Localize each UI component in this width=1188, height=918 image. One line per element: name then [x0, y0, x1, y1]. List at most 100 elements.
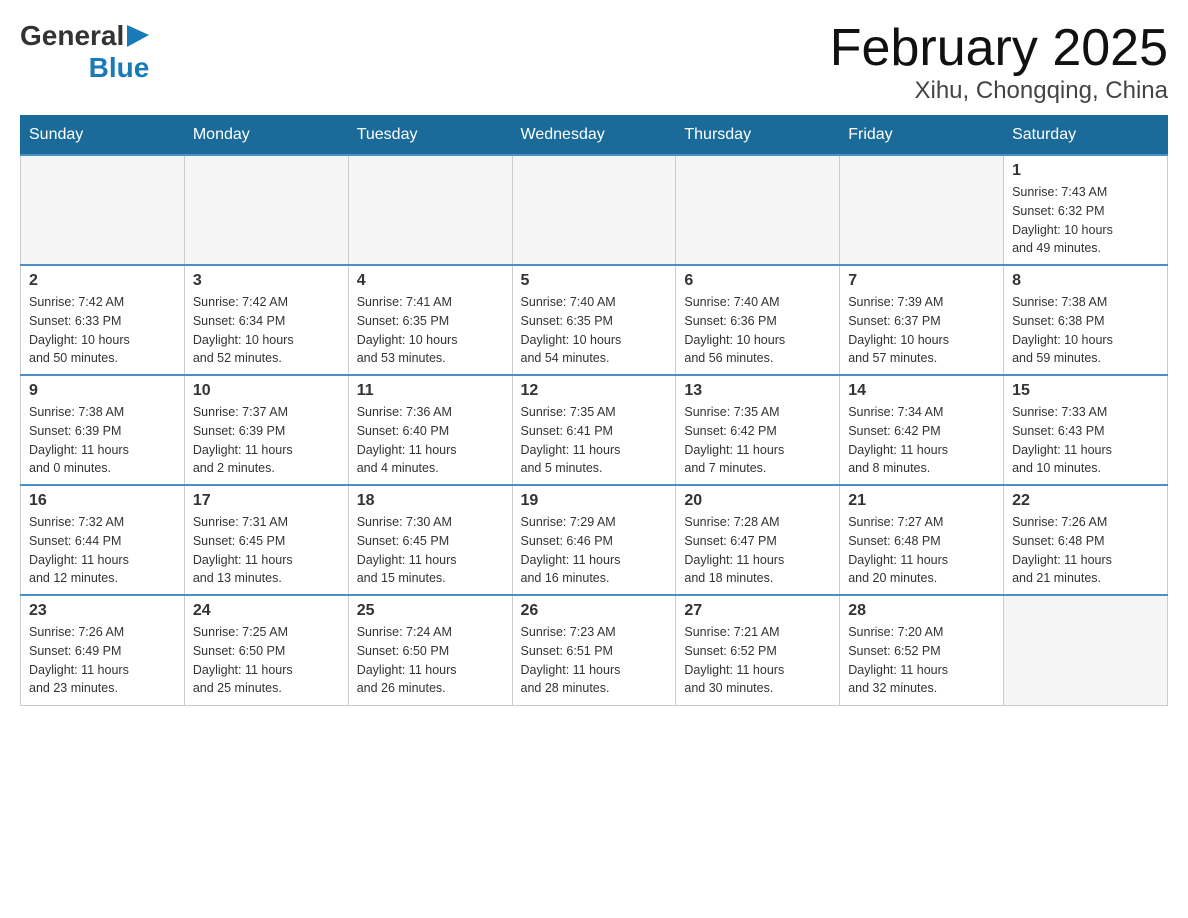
day-info: Sunrise: 7:40 AM Sunset: 6:36 PM Dayligh…: [684, 293, 831, 368]
calendar-cell: [840, 155, 1004, 265]
calendar-subtitle: Xihu, Chongqing, China: [830, 77, 1168, 105]
day-info: Sunrise: 7:32 AM Sunset: 6:44 PM Dayligh…: [29, 513, 176, 588]
calendar-header-row: SundayMondayTuesdayWednesdayThursdayFrid…: [21, 116, 1168, 156]
calendar-cell: [1004, 595, 1168, 705]
calendar-cell: 23 Sunrise: 7:26 AM Sunset: 6:49 PM Dayli…: [21, 595, 185, 705]
day-header-tuesday: Tuesday: [348, 116, 512, 156]
day-header-friday: Friday: [840, 116, 1004, 156]
day-info: Sunrise: 7:35 AM Sunset: 6:41 PM Dayligh…: [521, 403, 668, 478]
day-number: 26: [521, 602, 668, 620]
calendar-cell: 17Sunrise: 7:31 AM Sunset: 6:45 PM Dayli…: [184, 485, 348, 595]
calendar-cell: 13Sunrise: 7:35 AM Sunset: 6:42 PM Dayli…: [676, 375, 840, 485]
calendar-cell: 14 Sunrise: 7:34 AM Sunset: 6:42 PM Dayli…: [840, 375, 1004, 485]
day-info: Sunrise: 7:23 AM Sunset: 6:51 PM Dayligh…: [521, 623, 668, 698]
day-number: 21: [848, 492, 995, 510]
calendar-cell: 3 Sunrise: 7:42 AM Sunset: 6:34 PM Daylig…: [184, 265, 348, 375]
calendar-title-block: February 2025 Xihu, Chongqing, China: [830, 20, 1168, 105]
logo-text-blue: Blue: [89, 52, 150, 84]
day-number: 9: [29, 382, 176, 400]
calendar-cell: [512, 155, 676, 265]
calendar-cell: 1 Sunrise: 7:43 AM Sunset: 6:32 PM Daylig…: [1004, 155, 1168, 265]
calendar-cell: [21, 155, 185, 265]
day-number: 16: [29, 492, 176, 510]
day-info: Sunrise: 7:26 AM Sunset: 6:48 PM Dayligh…: [1012, 513, 1159, 588]
day-info: Sunrise: 7:33 AM Sunset: 6:43 PM Dayligh…: [1012, 403, 1159, 478]
day-number: 28: [848, 602, 995, 620]
day-info: Sunrise: 7:24 AM Sunset: 6:50 PM Dayligh…: [357, 623, 504, 698]
day-info: Sunrise: 7:20 AM Sunset: 6:52 PM Dayligh…: [848, 623, 995, 698]
calendar-cell: 22 Sunrise: 7:26 AM Sunset: 6:48 PM Dayli…: [1004, 485, 1168, 595]
calendar-cell: 4 Sunrise: 7:41 AM Sunset: 6:35 PM Daylig…: [348, 265, 512, 375]
calendar-cell: 20 Sunrise: 7:28 AM Sunset: 6:47 PM Dayli…: [676, 485, 840, 595]
day-number: 2: [29, 272, 176, 290]
calendar-cell: 10 Sunrise: 7:37 AM Sunset: 6:39 PM Dayli…: [184, 375, 348, 485]
calendar-cell: [676, 155, 840, 265]
day-header-monday: Monday: [184, 116, 348, 156]
day-info: Sunrise: 7:35 AM Sunset: 6:42 PM Dayligh…: [684, 403, 831, 478]
day-number: 1: [1012, 162, 1159, 180]
calendar-cell: 2 Sunrise: 7:42 AM Sunset: 6:33 PM Daylig…: [21, 265, 185, 375]
day-info: Sunrise: 7:41 AM Sunset: 6:35 PM Dayligh…: [357, 293, 504, 368]
day-info: Sunrise: 7:31 AM Sunset: 6:45 PM Dayligh…: [193, 513, 340, 588]
calendar-cell: 27 Sunrise: 7:21 AM Sunset: 6:52 PM Dayli…: [676, 595, 840, 705]
calendar-cell: 18 Sunrise: 7:30 AM Sunset: 6:45 PM Dayli…: [348, 485, 512, 595]
calendar-cell: 15 Sunrise: 7:33 AM Sunset: 6:43 PM Dayli…: [1004, 375, 1168, 485]
day-header-sunday: Sunday: [21, 116, 185, 156]
day-info: Sunrise: 7:40 AM Sunset: 6:35 PM Dayligh…: [521, 293, 668, 368]
day-info: Sunrise: 7:43 AM Sunset: 6:32 PM Dayligh…: [1012, 183, 1159, 258]
day-info: Sunrise: 7:21 AM Sunset: 6:52 PM Dayligh…: [684, 623, 831, 698]
day-number: 12: [521, 382, 668, 400]
day-number: 11: [357, 382, 504, 400]
day-info: Sunrise: 7:34 AM Sunset: 6:42 PM Dayligh…: [848, 403, 995, 478]
calendar-cell: 26 Sunrise: 7:23 AM Sunset: 6:51 PM Dayli…: [512, 595, 676, 705]
day-info: Sunrise: 7:26 AM Sunset: 6:49 PM Dayligh…: [29, 623, 176, 698]
calendar-cell: 24Sunrise: 7:25 AM Sunset: 6:50 PM Dayli…: [184, 595, 348, 705]
calendar-cell: 9 Sunrise: 7:38 AM Sunset: 6:39 PM Daylig…: [21, 375, 185, 485]
calendar-cell: 28 Sunrise: 7:20 AM Sunset: 6:52 PM Dayli…: [840, 595, 1004, 705]
calendar-cell: 11 Sunrise: 7:36 AM Sunset: 6:40 PM Dayli…: [348, 375, 512, 485]
logo-arrow-icon: [127, 25, 149, 47]
day-info: Sunrise: 7:29 AM Sunset: 6:46 PM Dayligh…: [521, 513, 668, 588]
day-info: Sunrise: 7:38 AM Sunset: 6:38 PM Dayligh…: [1012, 293, 1159, 368]
logo: General Blue: [20, 20, 149, 84]
day-number: 18: [357, 492, 504, 510]
calendar-cell: 16 Sunrise: 7:32 AM Sunset: 6:44 PM Dayli…: [21, 485, 185, 595]
calendar-cell: 25Sunrise: 7:24 AM Sunset: 6:50 PM Dayli…: [348, 595, 512, 705]
day-number: 6: [684, 272, 831, 290]
logo-text-general: General: [20, 20, 124, 52]
day-info: Sunrise: 7:42 AM Sunset: 6:33 PM Dayligh…: [29, 293, 176, 368]
calendar-cell: 8 Sunrise: 7:38 AM Sunset: 6:38 PM Daylig…: [1004, 265, 1168, 375]
day-info: Sunrise: 7:30 AM Sunset: 6:45 PM Dayligh…: [357, 513, 504, 588]
day-number: 7: [848, 272, 995, 290]
calendar-cell: 5Sunrise: 7:40 AM Sunset: 6:35 PM Daylig…: [512, 265, 676, 375]
day-number: 20: [684, 492, 831, 510]
day-number: 10: [193, 382, 340, 400]
day-number: 23: [29, 602, 176, 620]
week-row-2: 2 Sunrise: 7:42 AM Sunset: 6:33 PM Daylig…: [21, 265, 1168, 375]
week-row-4: 16 Sunrise: 7:32 AM Sunset: 6:44 PM Dayli…: [21, 485, 1168, 595]
day-number: 19: [521, 492, 668, 510]
week-row-5: 23 Sunrise: 7:26 AM Sunset: 6:49 PM Dayli…: [21, 595, 1168, 705]
calendar-cell: 12 Sunrise: 7:35 AM Sunset: 6:41 PM Dayli…: [512, 375, 676, 485]
day-number: 3: [193, 272, 340, 290]
day-info: Sunrise: 7:28 AM Sunset: 6:47 PM Dayligh…: [684, 513, 831, 588]
day-number: 15: [1012, 382, 1159, 400]
day-header-thursday: Thursday: [676, 116, 840, 156]
calendar-title: February 2025: [830, 20, 1168, 77]
calendar-cell: 7Sunrise: 7:39 AM Sunset: 6:37 PM Daylig…: [840, 265, 1004, 375]
day-number: 27: [684, 602, 831, 620]
day-number: 4: [357, 272, 504, 290]
day-info: Sunrise: 7:27 AM Sunset: 6:48 PM Dayligh…: [848, 513, 995, 588]
day-info: Sunrise: 7:36 AM Sunset: 6:40 PM Dayligh…: [357, 403, 504, 478]
day-info: Sunrise: 7:38 AM Sunset: 6:39 PM Dayligh…: [29, 403, 176, 478]
day-number: 22: [1012, 492, 1159, 510]
day-number: 8: [1012, 272, 1159, 290]
day-number: 14: [848, 382, 995, 400]
calendar-cell: 6 Sunrise: 7:40 AM Sunset: 6:36 PM Daylig…: [676, 265, 840, 375]
calendar-cell: [184, 155, 348, 265]
calendar-table: SundayMondayTuesdayWednesdayThursdayFrid…: [20, 115, 1168, 706]
week-row-3: 9 Sunrise: 7:38 AM Sunset: 6:39 PM Daylig…: [21, 375, 1168, 485]
day-info: Sunrise: 7:42 AM Sunset: 6:34 PM Dayligh…: [193, 293, 340, 368]
calendar-cell: [348, 155, 512, 265]
day-info: Sunrise: 7:37 AM Sunset: 6:39 PM Dayligh…: [193, 403, 340, 478]
